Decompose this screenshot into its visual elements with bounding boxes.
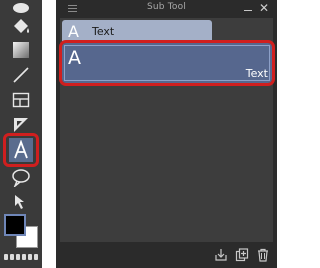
subtool-list: A Text A Text <box>59 18 275 242</box>
tool-balloon[interactable] <box>6 163 36 191</box>
frame-border-icon <box>12 92 30 108</box>
text-tool-active-bg <box>9 138 33 162</box>
duplicate-subtool-icon[interactable] <box>235 247 249 262</box>
straight-line-icon <box>13 67 29 83</box>
delete-subtool-icon[interactable] <box>256 247 270 262</box>
color-swatch[interactable] <box>4 214 40 248</box>
copy-to-file-icon[interactable] <box>214 247 228 261</box>
subtool-group-tab-text[interactable]: A Text <box>62 20 212 42</box>
group-tab-label: Text <box>92 25 115 38</box>
ruler-icon <box>14 118 28 132</box>
text-subtool-icon: A <box>68 47 81 69</box>
tool-ruler[interactable] <box>6 111 36 139</box>
tool-correct-line[interactable] <box>6 188 36 216</box>
panel-footer <box>56 242 277 268</box>
tool-palette <box>0 0 42 268</box>
transparent-color-indicator[interactable] <box>0 254 42 264</box>
gradient-icon <box>13 42 29 58</box>
subtool-panel: Sub Tool ✕ A Text A Text <box>56 0 277 268</box>
minimize-icon[interactable] <box>242 1 254 15</box>
tool-frame-border[interactable] <box>6 86 36 114</box>
speech-balloon-icon <box>12 169 30 187</box>
subtool-item-text[interactable]: A Text <box>59 40 275 86</box>
subtool-item-label: Text <box>245 67 268 80</box>
text-tool-icon <box>14 140 28 159</box>
main-color-swatch[interactable] <box>4 214 26 236</box>
correct-line-icon <box>15 195 24 209</box>
tool-gradient[interactable] <box>6 36 36 64</box>
fill-bucket-icon <box>14 19 29 33</box>
tool-text[interactable] <box>3 133 39 167</box>
text-group-icon: A <box>68 22 79 41</box>
subtool-item-selection-frame <box>64 45 270 81</box>
tool-figure[interactable] <box>6 61 36 89</box>
panel-header: Sub Tool ✕ <box>56 0 277 17</box>
close-icon[interactable]: ✕ <box>258 1 270 15</box>
